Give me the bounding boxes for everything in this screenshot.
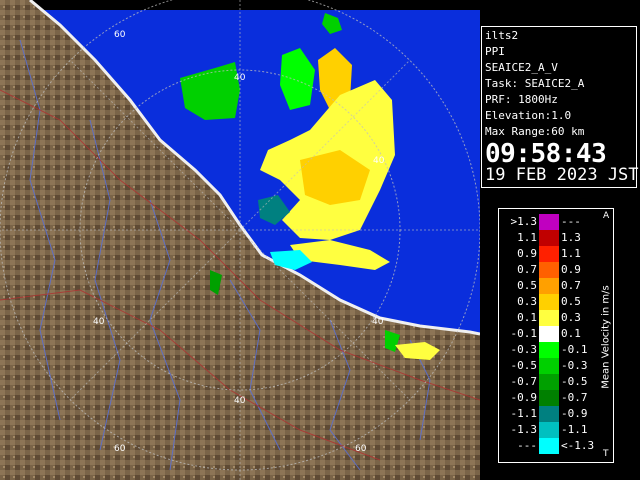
- legend-color-swatch: [539, 278, 559, 294]
- range-label: 40: [372, 317, 384, 327]
- legend-row: 0.5 0.7: [499, 278, 615, 294]
- range-label: 60: [355, 444, 367, 454]
- legend-title: Mean Velocity in m/s: [600, 285, 612, 389]
- legend-row-low-value: -1.1: [510, 407, 538, 420]
- range-label: 40: [373, 156, 385, 166]
- legend-color-swatch: [539, 358, 559, 374]
- legend-row: --- <-1.3: [499, 438, 615, 454]
- legend-row-low-value: ---: [517, 439, 537, 452]
- legend-row-high-value: -1.1: [561, 423, 588, 436]
- legend-row-low-value: >1.3: [510, 215, 538, 228]
- legend-row: -1.1 -0.9: [499, 406, 615, 422]
- legend-row: -0.3 -0.1: [499, 342, 615, 358]
- legend-color-swatch: [539, 214, 559, 230]
- legend-row: 0.1 0.3: [499, 310, 615, 326]
- legend-row-high-value: 0.3: [561, 311, 581, 324]
- radar-info-panel: ilts2 PPI SEAICE2_A_V Task: SEAICE2_A PR…: [481, 26, 639, 188]
- legend-row-high-value: 0.7: [561, 279, 581, 292]
- legend-row-low-value: -0.7: [510, 375, 538, 388]
- legend-color-swatch: [539, 390, 559, 406]
- legend-color-swatch: [539, 422, 559, 438]
- legend-row-high-value: 0.1: [561, 327, 581, 340]
- legend-color-swatch: [539, 294, 559, 310]
- legend-color-swatch: [539, 374, 559, 390]
- max-range-value: Max Range:60 km: [485, 125, 585, 138]
- legend-color-swatch: [539, 406, 559, 422]
- legend-row: -0.9 -0.7: [499, 390, 615, 406]
- legend-color-swatch: [539, 342, 559, 358]
- legend-row: 0.9 1.1: [499, 246, 615, 262]
- legend-row-high-value: -0.1: [561, 343, 588, 356]
- legend-row-high-value: -0.9: [561, 407, 588, 420]
- range-label: 60: [114, 30, 126, 40]
- range-label: 40: [234, 396, 246, 406]
- legend-row-high-value: 0.5: [561, 295, 581, 308]
- range-label: 40: [93, 317, 105, 327]
- elevation-value: Elevation:1.0: [485, 109, 572, 122]
- legend-color-swatch: [539, 246, 559, 262]
- legend-row-low-value: 0.1: [517, 311, 537, 324]
- station-name: ilts2: [485, 29, 519, 42]
- range-label: 60: [114, 444, 126, 454]
- legend-row-high-value: 1.1: [561, 247, 581, 260]
- legend-row-high-value: ---: [561, 215, 581, 228]
- legend-row: -0.1 0.1: [499, 326, 615, 342]
- legend-color-swatch: [539, 438, 559, 454]
- legend-color-swatch: [539, 262, 559, 278]
- range-label: 40: [234, 73, 246, 83]
- scan-mode: PPI: [485, 45, 505, 58]
- legend-row-high-value: 0.9: [561, 263, 581, 276]
- legend-top-marker: A: [603, 211, 610, 221]
- legend-bottom-marker: T: [603, 449, 609, 459]
- legend-row-high-value: <-1.3: [561, 439, 595, 452]
- legend-row: -0.7 -0.5: [499, 374, 615, 390]
- legend-row-low-value: -1.3: [510, 423, 538, 436]
- legend-row-low-value: 0.5: [517, 279, 537, 292]
- legend-row-high-value: -0.5: [561, 375, 588, 388]
- legend-row: 0.7 0.9: [499, 262, 615, 278]
- legend-row-low-value: 0.3: [517, 295, 537, 308]
- legend-row-low-value: 0.9: [517, 247, 537, 260]
- prf-value: PRF: 1800Hz: [485, 93, 558, 106]
- legend-row-low-value: 1.1: [517, 231, 537, 244]
- legend-row: -1.3 -1.1: [499, 422, 615, 438]
- legend-row-high-value: -0.3: [561, 359, 588, 372]
- legend-row-high-value: -0.7: [561, 391, 588, 404]
- task-name: Task: SEAICE2_A: [485, 77, 585, 90]
- legend-row-low-value: -0.9: [510, 391, 538, 404]
- velocity-legend: >1.3 --- 1.1 1.3 0.9 1.1 0.7 0.9 0.5 0.7 0.3 0.5 0.1…: [498, 208, 614, 463]
- legend-row: 0.3 0.5: [499, 294, 615, 310]
- radar-ppi-display: 60 40 40 40 40 40 60 60: [0, 0, 480, 480]
- legend-row-low-value: -0.3: [510, 343, 538, 356]
- legend-row: 1.1 1.3: [499, 230, 615, 246]
- observation-time: 09:58:43: [485, 139, 607, 169]
- legend-color-swatch: [539, 230, 559, 246]
- legend-color-swatch: [539, 326, 559, 342]
- observation-date: 19 FEB 2023 JST: [485, 165, 639, 185]
- legend-row-low-value: 0.7: [517, 263, 537, 276]
- legend-color-swatch: [539, 310, 559, 326]
- legend-row: -0.5 -0.3: [499, 358, 615, 374]
- legend-row-low-value: -0.5: [510, 359, 538, 372]
- legend-row: >1.3 ---: [499, 214, 615, 230]
- legend-row-high-value: 1.3: [561, 231, 581, 244]
- product-name: SEAICE2_A_V: [485, 61, 558, 74]
- legend-row-low-value: -0.1: [510, 327, 538, 340]
